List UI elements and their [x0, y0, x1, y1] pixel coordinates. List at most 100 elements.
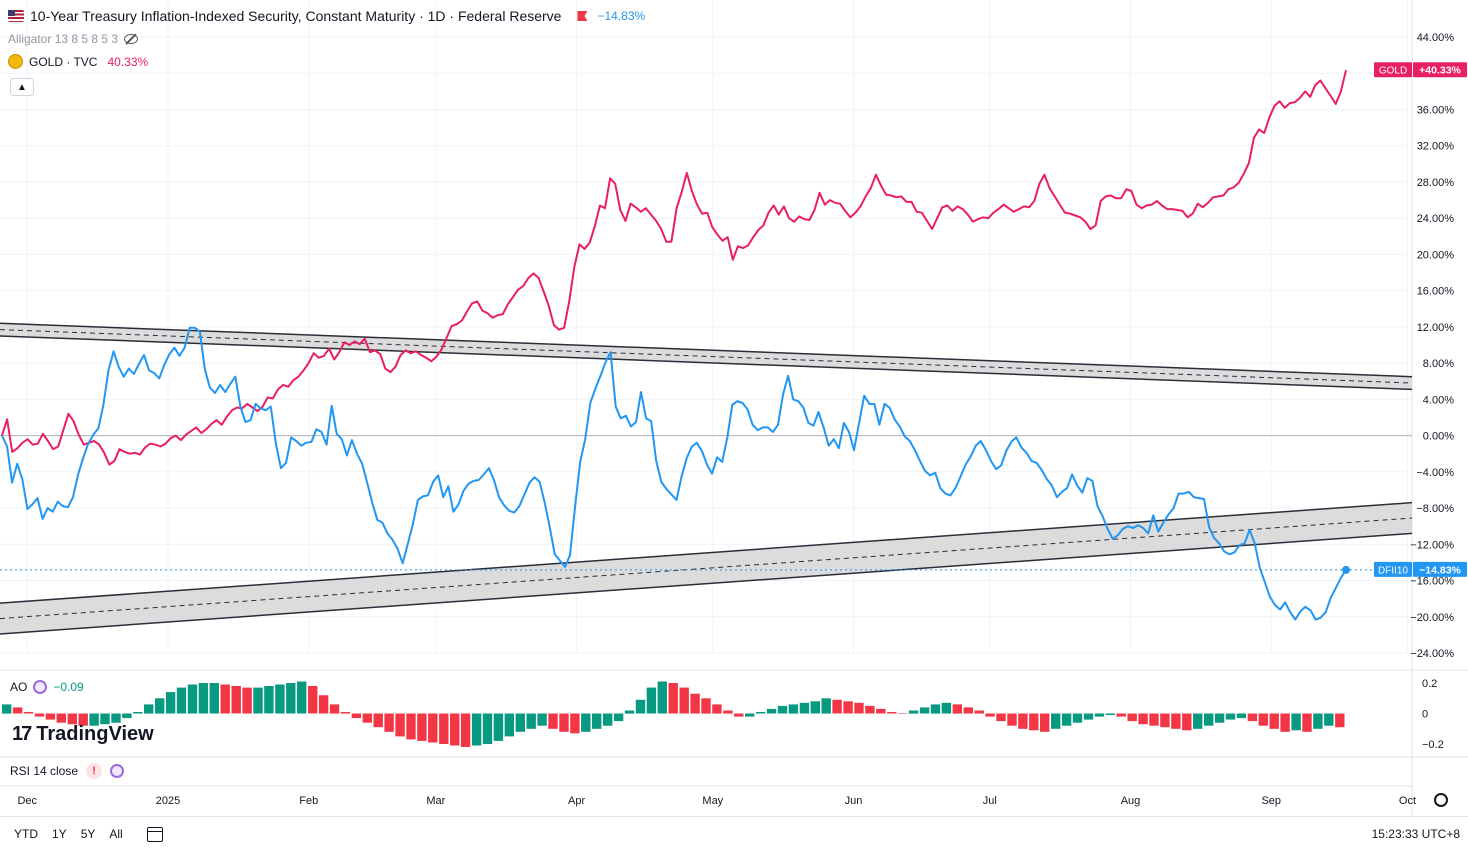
ao-bar	[777, 705, 788, 714]
x-tick-label: Sep	[1261, 795, 1281, 807]
ao-settings-icon[interactable]	[33, 680, 48, 694]
series-line-gold	[1, 69, 1347, 466]
ao-bar	[1040, 713, 1050, 732]
ao-bar	[176, 687, 187, 714]
ao-bar	[504, 713, 514, 737]
date-range-buttons: YTD 1Y 5Y All	[14, 827, 123, 841]
ao-bar	[428, 713, 438, 743]
x-tick-label: Oct	[1399, 795, 1416, 807]
ao-bar	[155, 698, 165, 714]
chart-title: 10-Year Treasury Inflation-Indexed Secur…	[30, 8, 562, 24]
rsi-settings-icon[interactable]	[110, 764, 125, 778]
ao-bar	[635, 699, 646, 714]
ao-bar	[1291, 713, 1301, 731]
ao-bar	[690, 693, 700, 714]
ao-bar	[996, 713, 1006, 722]
x-tick-label: Jul	[983, 795, 997, 807]
ao-bar	[1116, 713, 1126, 717]
clock[interactable]: 15:23:33 UTC+8	[1372, 827, 1460, 841]
ao-bar	[253, 687, 263, 714]
ao-bar	[963, 707, 973, 714]
ao-legend[interactable]: AO −0.09	[10, 680, 84, 694]
hidden-eye-icon[interactable]	[124, 34, 139, 44]
ao-bar	[122, 713, 132, 719]
ao-bar	[832, 699, 842, 714]
ao-bar	[712, 704, 722, 714]
ao-bar	[537, 713, 547, 726]
time-scale[interactable]: Dec 2025 Feb Mar Apr May Jun Jul Aug Sep Oct	[17, 795, 1416, 807]
tv-logo-mark: 17	[12, 723, 32, 745]
series-name-label: GOLD	[1379, 66, 1407, 77]
ao-bar	[854, 702, 864, 714]
ao-bar	[679, 687, 689, 714]
warning-icon[interactable]: !	[86, 763, 103, 779]
ao-bar	[603, 713, 613, 726]
ao-label: AO	[10, 680, 28, 694]
collapse-legend-button[interactable]: ▲	[10, 78, 34, 96]
ao-bar	[1335, 713, 1345, 728]
ao-bar	[865, 705, 875, 714]
ao-bar	[898, 713, 908, 714]
settings-gear-icon[interactable]	[1434, 793, 1448, 807]
range-ytd-button[interactable]: YTD	[14, 827, 38, 841]
us-flag-icon	[8, 10, 24, 22]
alligator-legend[interactable]: Alligator 13 8 5 8 5 3	[8, 32, 139, 46]
ao-bar	[745, 713, 755, 717]
ao-bar	[231, 686, 241, 714]
alligator-label: Alligator 13 8 5 8 5 3	[8, 32, 119, 46]
ao-bar	[1182, 713, 1192, 731]
x-tick-label: May	[702, 795, 723, 807]
y-tick-label: 24.00%	[1417, 213, 1455, 225]
ao-bar	[1083, 713, 1094, 720]
ao-bar	[1094, 713, 1105, 717]
calendar-icon[interactable]	[146, 826, 163, 842]
ao-bar	[362, 713, 372, 723]
gold-legend[interactable]: GOLD · TVC 40.33%	[8, 54, 148, 69]
ao-bar	[384, 713, 394, 732]
ao-bar	[34, 713, 45, 717]
ao-bar	[668, 683, 678, 714]
y-tick-label: 8.00%	[1423, 358, 1454, 370]
y-tick-label: 12.00%	[1417, 322, 1455, 334]
ao-bar	[734, 713, 744, 717]
ao-bar	[1007, 713, 1017, 726]
ao-bar	[1214, 713, 1225, 723]
rsi-legend[interactable]: RSI 14 close !	[10, 763, 125, 779]
ao-bar	[460, 713, 471, 747]
main-legend[interactable]: 10-Year Treasury Inflation-Indexed Secur…	[8, 8, 645, 24]
ao-bar	[308, 686, 318, 714]
ao-bar	[1160, 713, 1170, 728]
chart-canvas[interactable]: 44.00%40.00%36.00%32.00%28.00%24.00%20.0…	[0, 0, 1468, 851]
ao-bar	[756, 712, 766, 714]
ao-bar	[1280, 713, 1290, 732]
ao-bar	[515, 713, 525, 732]
ao-bar	[1127, 713, 1137, 722]
y-tick-label: 44.00%	[1417, 32, 1455, 44]
flag-marker-icon[interactable]	[577, 11, 588, 21]
ao-bar	[133, 712, 143, 714]
ao-bar	[1138, 713, 1148, 725]
ao-bar	[1225, 713, 1236, 720]
ao-bar	[351, 713, 362, 719]
ao-bar	[1193, 713, 1203, 729]
ao-bar	[624, 710, 635, 714]
range-5y-button[interactable]: 5Y	[81, 827, 96, 841]
y-tick-label: −4.00%	[1416, 467, 1454, 479]
tradingview-logo[interactable]: 17 TradingView	[12, 723, 154, 746]
ao-histogram	[2, 681, 1345, 747]
series-name-label: DFII10	[1378, 565, 1408, 576]
ao-bar	[843, 701, 853, 714]
ao-bar	[887, 712, 897, 714]
ao-bar	[450, 713, 460, 746]
series-value-label: +40.33%	[1419, 65, 1461, 77]
ao-bar	[2, 704, 12, 714]
ao-bar	[209, 683, 219, 714]
trend-channels[interactable]	[0, 322, 1413, 635]
range-1y-button[interactable]: 1Y	[52, 827, 67, 841]
gold-change: 40.33%	[107, 54, 149, 69]
ao-tick-label: 0.2	[1422, 678, 1437, 690]
ao-bar	[613, 713, 624, 722]
range-all-button[interactable]: All	[109, 827, 122, 841]
chevron-up-icon: ▲	[17, 81, 27, 93]
ao-bar	[198, 683, 209, 714]
